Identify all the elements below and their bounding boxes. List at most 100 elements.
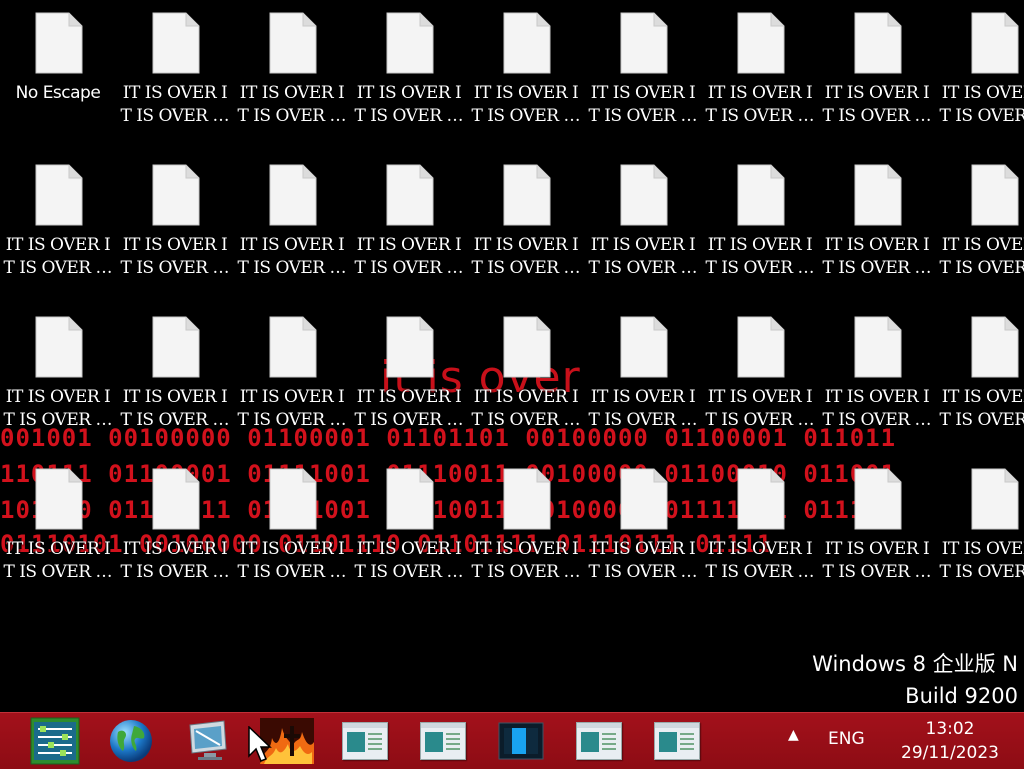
blank-file-icon [152,164,200,226]
blank-file-icon [620,316,668,378]
blank-file-icon [971,316,1019,378]
desktop-file-icon[interactable]: IT IS OVER IT IS OVER IT ... [704,12,816,152]
language-indicator[interactable]: ENG [828,729,865,749]
desktop-file-icon[interactable]: IT IS OVER IT IS OVER IT ... [119,316,231,456]
watermark-build: Build 9200 [905,684,1018,708]
desktop-icon-label: IT IS OVER IT IS OVER IT ... [588,387,698,430]
desktop-file-icon[interactable]: IT IS OVER IT IS OVER IT ... [236,316,348,456]
clock-time: 13:02 [925,719,975,739]
desktop-file-icon[interactable]: IT IS OVER IT IS OVER IT ... [470,12,582,152]
desktop-file-icon[interactable]: IT IS OVER IT IS OVER IT ... [938,12,1024,152]
desktop-icon-label: IT IS OVER IT IS OVER IT ... [822,387,932,430]
desktop-icon-label: IT IS OVER IT IS OVER IT ... [939,235,1024,278]
desktop: it is over 001001 00100000 01100001 0110… [0,0,1024,712]
window-icon[interactable] [644,717,710,765]
desktop-file-icon[interactable]: IT IS OVER IT IS OVER IT ... [821,316,933,456]
desktop-icon-label: IT IS OVER IT IS OVER IT ... [3,539,113,582]
desktop-file-icon[interactable]: IT IS OVER IT IS OVER IT ... [236,164,348,304]
desktop-file-icon[interactable]: IT IS OVER IT IS OVER IT ... [119,164,231,304]
desktop-file-icon[interactable]: IT IS OVER IT IS OVER IT ... [587,316,699,456]
blank-file-icon [269,468,317,530]
desktop-icon-label: No Escape [15,83,101,103]
window-icon[interactable] [410,717,476,765]
blank-file-icon [386,164,434,226]
desktop-file-icon[interactable]: IT IS OVER IT IS OVER IT ... [470,316,582,456]
blank-file-icon [35,164,83,226]
desktop-file-icon[interactable]: IT IS OVER IT IS OVER IT ... [821,12,933,152]
desktop-file-icon[interactable]: IT IS OVER IT IS OVER IT ... [587,468,699,608]
blank-file-icon [35,12,83,74]
desktop-icon-label: IT IS OVER IT IS OVER IT ... [822,539,932,582]
blank-file-icon [503,316,551,378]
desktop-icon-label: IT IS OVER IT IS OVER IT ... [3,235,113,278]
desktop-file-icon[interactable]: IT IS OVER IT IS OVER IT ... [236,468,348,608]
blank-file-icon [503,468,551,530]
desktop-file-icon[interactable]: IT IS OVER IT IS OVER IT ... [704,164,816,304]
watermark-edition: Windows 8 企业版 N [812,652,1018,676]
blank-file-icon [269,316,317,378]
desktop-icon-label: IT IS OVER IT IS OVER IT ... [705,387,815,430]
desktop-file-icon[interactable]: IT IS OVER IT IS OVER IT ... [587,164,699,304]
blank-file-icon [386,316,434,378]
clock-date: 29/11/2023 [901,743,999,763]
desktop-file-icon[interactable]: IT IS OVER IT IS OVER IT ... [2,468,114,608]
desktop-file-icon[interactable]: IT IS OVER IT IS OVER IT ... [353,468,465,608]
desktop-file-icon[interactable]: IT IS OVER IT IS OVER IT ... [119,468,231,608]
desktop-icon-label: IT IS OVER IT IS OVER IT ... [588,235,698,278]
display-settings-icon[interactable] [176,717,242,765]
blank-file-icon [503,164,551,226]
blank-file-icon [386,468,434,530]
blank-file-icon [971,12,1019,74]
windows-watermark: Windows 8 企业版 N Build 9200 [812,648,1018,712]
desktop-icon-label: IT IS OVER IT IS OVER IT ... [471,539,581,582]
desktop-icon-label: IT IS OVER IT IS OVER IT ... [354,235,464,278]
desktop-icon-label: IT IS OVER IT IS OVER IT ... [237,83,347,126]
desktop-icon-label: IT IS OVER IT IS OVER IT ... [705,235,815,278]
desktop-file-icon[interactable]: IT IS OVER IT IS OVER IT ... [704,468,816,608]
desktop-file-icon[interactable]: IT IS OVER IT IS OVER IT ... [470,468,582,608]
desktop-file-icon[interactable]: IT IS OVER IT IS OVER IT ... [704,316,816,456]
desktop-icon-label: IT IS OVER IT IS OVER IT ... [471,387,581,430]
desktop-file-icon[interactable]: IT IS OVER IT IS OVER IT ... [353,316,465,456]
desktop-file-icon[interactable]: IT IS OVER IT IS OVER IT ... [938,468,1024,608]
desktop-icon-label: IT IS OVER IT IS OVER IT ... [354,539,464,582]
taskbar: ▲ ENG 13:02 29/11/2023 [0,712,1024,769]
desktop-icon-label: IT IS OVER IT IS OVER IT ... [120,387,230,430]
desktop-icon-label: IT IS OVER IT IS OVER IT ... [237,387,347,430]
blank-file-icon [854,316,902,378]
desktop-file-icon[interactable]: IT IS OVER IT IS OVER IT ... [353,164,465,304]
desktop-file-icon[interactable]: IT IS OVER IT IS OVER IT ... [119,12,231,152]
desktop-file-icon[interactable]: No Escape [2,12,114,152]
blank-file-icon [620,12,668,74]
show-hidden-icons-chevron-icon[interactable]: ▲ [788,727,799,743]
blank-file-icon [737,12,785,74]
desktop-file-icon[interactable]: IT IS OVER IT IS OVER IT ... [821,164,933,304]
desktop-file-icon[interactable]: IT IS OVER IT IS OVER IT ... [938,316,1024,456]
blank-file-icon [854,468,902,530]
desktop-file-icon[interactable]: IT IS OVER IT IS OVER IT ... [938,164,1024,304]
blank-file-icon [971,468,1019,530]
desktop-file-icon[interactable]: IT IS OVER IT IS OVER IT ... [587,12,699,152]
desktop-icon-label: IT IS OVER IT IS OVER IT ... [822,83,932,126]
desktop-icon-label: IT IS OVER IT IS OVER IT ... [471,235,581,278]
desktop-icon-label: IT IS OVER IT IS OVER IT ... [120,83,230,126]
desktop-file-icon[interactable]: IT IS OVER IT IS OVER IT ... [821,468,933,608]
desktop-icon-label: IT IS OVER IT IS OVER IT ... [705,539,815,582]
desktop-file-icon[interactable]: IT IS OVER IT IS OVER IT ... [236,12,348,152]
desktop-file-icon[interactable]: IT IS OVER IT IS OVER IT ... [353,12,465,152]
desktop-file-icon[interactable]: IT IS OVER IT IS OVER IT ... [470,164,582,304]
network-app-icon[interactable] [22,717,88,765]
desktop-icon-label: IT IS OVER IT IS OVER IT ... [120,235,230,278]
blank-file-icon [620,468,668,530]
clock[interactable]: 13:02 29/11/2023 [884,717,1016,765]
window-icon[interactable] [566,717,632,765]
desktop-file-icon[interactable]: IT IS OVER IT IS OVER IT ... [2,164,114,304]
desktop-icon-label: IT IS OVER IT IS OVER IT ... [120,539,230,582]
blue-window-icon[interactable] [488,717,554,765]
blank-file-icon [152,12,200,74]
window-icon[interactable] [332,717,398,765]
desktop-file-icon[interactable]: IT IS OVER IT IS OVER IT ... [2,316,114,456]
globe-browser-icon[interactable] [98,717,164,765]
mouse-pointer-icon [248,726,272,762]
blank-file-icon [503,12,551,74]
